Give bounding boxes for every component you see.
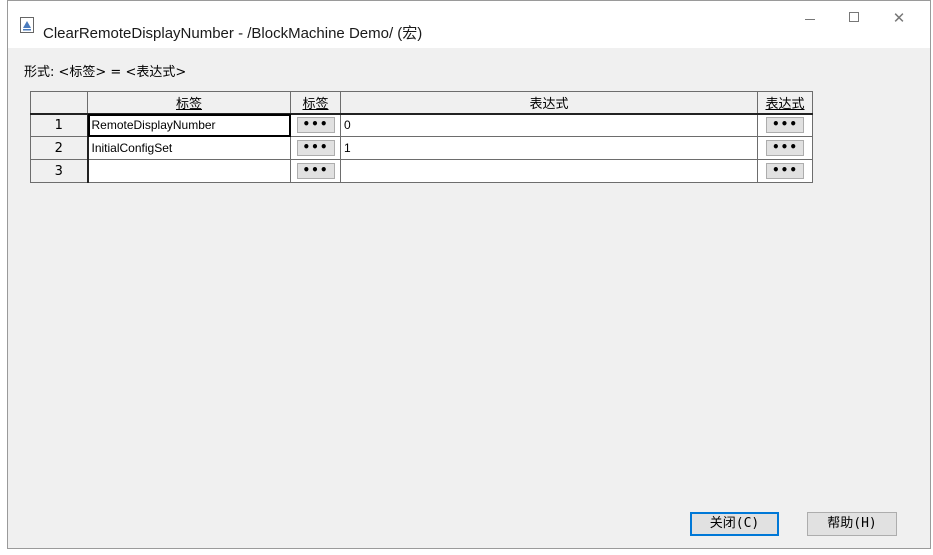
window-title: ClearRemoteDisplayNumber - /BlockMachine… xyxy=(43,25,423,42)
macro-parameter-grid: 标签 标签 表达式 表达式 1 RemoteDisplayNumber ••• … xyxy=(30,91,813,183)
document-icon xyxy=(20,17,34,33)
table-row: 2 InitialConfigSet ••• 1 ••• xyxy=(30,136,813,160)
corner-header xyxy=(30,91,88,115)
close-icon: ✕ xyxy=(892,9,906,27)
grid-header-row: 标签 标签 表达式 表达式 xyxy=(30,91,813,115)
maximize-icon xyxy=(849,12,859,22)
label-browse-header-text: 标签 xyxy=(302,96,329,112)
label-cell[interactable]: RemoteDisplayNumber xyxy=(87,113,291,137)
row-number[interactable]: 1 xyxy=(30,113,89,137)
label-browse-cell: ••• xyxy=(290,113,341,137)
expression-cell[interactable]: 0 xyxy=(340,113,758,137)
label-browse-column-header[interactable]: 标签 xyxy=(290,91,341,115)
table-row: 1 RemoteDisplayNumber ••• 0 ••• xyxy=(30,113,813,137)
label-browse-button[interactable]: ••• xyxy=(296,117,335,134)
macro-dialog-window: ClearRemoteDisplayNumber - /BlockMachine… xyxy=(7,0,931,549)
expression-browse-button[interactable]: ••• xyxy=(766,140,804,156)
expression-cell[interactable]: 1 xyxy=(340,136,758,160)
expression-browse-cell: ••• xyxy=(757,113,813,137)
expression-cell[interactable] xyxy=(340,159,758,183)
expression-browse-button[interactable]: ••• xyxy=(766,163,804,179)
label-column-header[interactable]: 标签 xyxy=(87,91,291,115)
expression-browse-column-header[interactable]: 表达式 xyxy=(757,91,813,115)
close-window-button[interactable]: ✕ xyxy=(882,7,916,29)
row-number[interactable]: 2 xyxy=(30,136,89,160)
label-browse-button[interactable]: ••• xyxy=(296,163,335,179)
minimize-icon xyxy=(805,19,815,20)
label-browse-cell: ••• xyxy=(290,136,341,160)
help-button[interactable]: 帮助(H) xyxy=(807,512,897,536)
maximize-button[interactable] xyxy=(838,7,872,29)
label-column-header-text: 标签 xyxy=(175,96,202,112)
expression-column-header-text: 表达式 xyxy=(529,96,569,112)
title-bar[interactable]: ClearRemoteDisplayNumber - /BlockMachine… xyxy=(8,1,930,48)
label-browse-cell: ••• xyxy=(290,159,341,183)
format-hint-label: 形式: <标签> = <表达式> xyxy=(24,65,187,80)
label-browse-button[interactable]: ••• xyxy=(296,140,335,156)
label-cell[interactable] xyxy=(87,159,291,183)
label-cell[interactable]: InitialConfigSet xyxy=(87,136,291,160)
expression-browse-cell: ••• xyxy=(757,136,813,160)
close-button[interactable]: 关闭(C) xyxy=(690,512,779,536)
table-row: 3 ••• ••• xyxy=(30,159,813,183)
expression-browse-button[interactable]: ••• xyxy=(766,117,804,134)
expression-column-header[interactable]: 表达式 xyxy=(340,91,758,115)
expression-browse-header-text: 表达式 xyxy=(765,96,805,112)
expression-browse-cell: ••• xyxy=(757,159,813,183)
minimize-button[interactable] xyxy=(793,7,827,29)
row-number[interactable]: 3 xyxy=(30,159,89,183)
